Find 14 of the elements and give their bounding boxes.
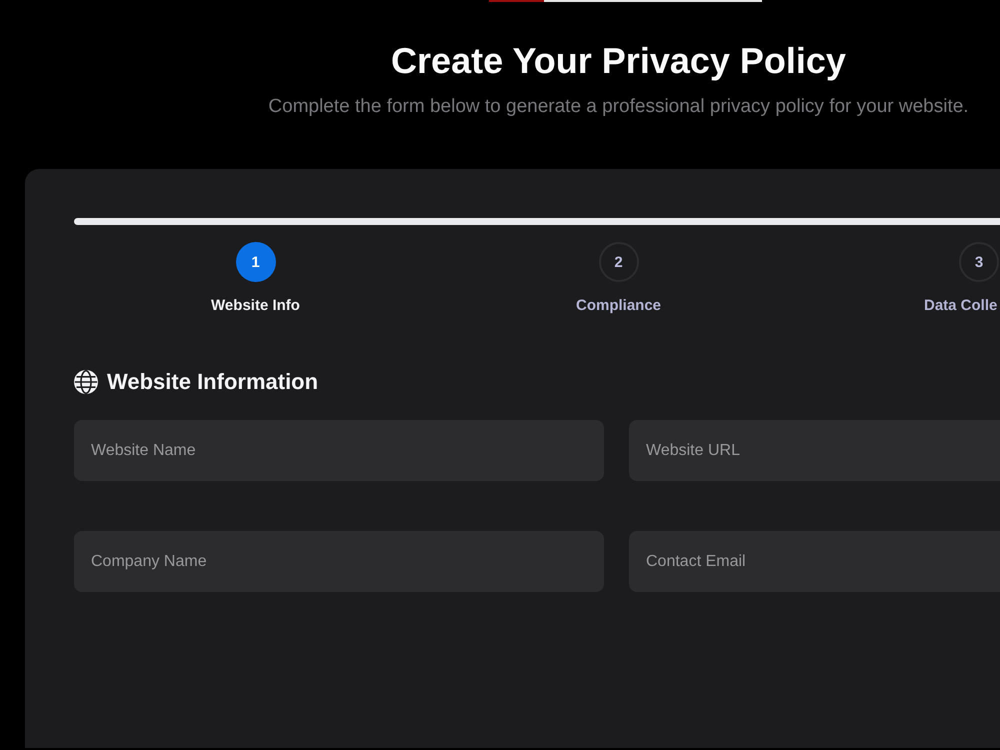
input-field[interactable]: Website URL <box>629 420 1000 481</box>
globe-icon <box>74 370 98 394</box>
step-number: 1 <box>236 242 276 282</box>
step-label: Website Info <box>211 296 300 316</box>
input-field[interactable]: Contact Email <box>629 531 1000 592</box>
input-field[interactable]: Website Name <box>74 420 604 481</box>
step-label: Compliance <box>576 296 662 316</box>
step-label: Data Colle <box>924 296 998 316</box>
page-title: Create Your Privacy Policy <box>391 39 846 83</box>
section-title: Website Information <box>107 368 318 396</box>
input-field[interactable]: Company Name <box>74 531 604 592</box>
step-number: 2 <box>598 242 638 282</box>
page-subtitle: Complete the form below to generate a professional privacy policy for your website. <box>268 95 969 119</box>
step-number: 3 <box>959 242 999 282</box>
